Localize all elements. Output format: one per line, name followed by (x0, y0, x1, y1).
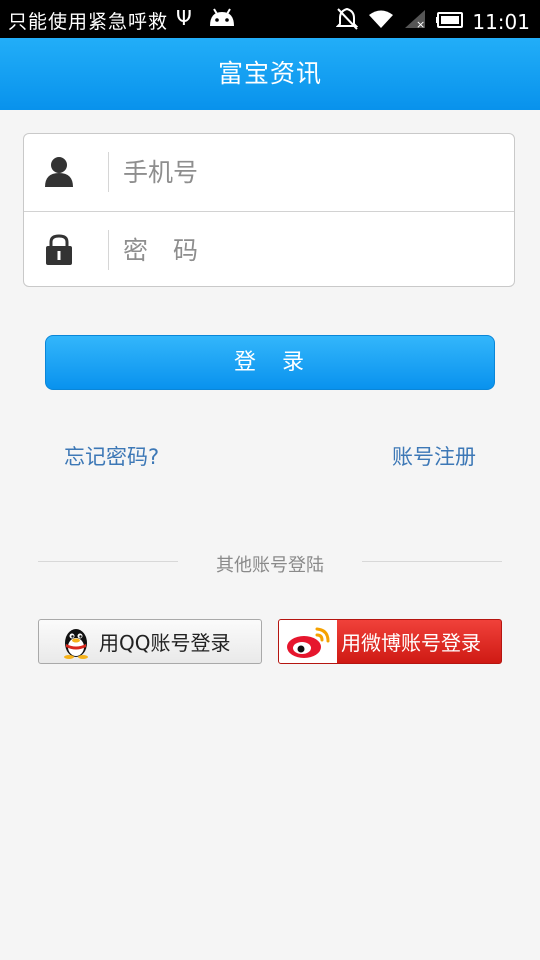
divider (108, 152, 109, 192)
status-bar: 只能使用紧急呼救 Ψ × 11:01 (0, 0, 540, 38)
wifi-icon (368, 9, 394, 34)
password-row (24, 211, 514, 286)
qq-penguin-icon (59, 625, 93, 659)
status-icons: × 11:01 (326, 7, 530, 36)
svg-text:×: × (416, 18, 425, 29)
phone-row (24, 134, 514, 211)
emergency-only-text: 只能使用紧急呼救 (8, 11, 169, 33)
weibo-icon (279, 620, 337, 663)
title-bar: 富宝资讯 (0, 38, 540, 110)
phone-input[interactable] (123, 151, 493, 193)
divider (108, 230, 109, 270)
forgot-password-link[interactable]: 忘记密码? (64, 441, 159, 471)
clock: 11:01 (472, 9, 530, 34)
login-form (23, 133, 515, 287)
register-link[interactable]: 账号注册 (392, 441, 476, 471)
battery-icon (436, 11, 464, 33)
weibo-login-button[interactable]: 用微博账号登录 (278, 619, 502, 664)
password-input[interactable] (123, 229, 493, 271)
divider-left (38, 561, 178, 562)
android-icon (208, 8, 236, 33)
lock-icon (44, 234, 74, 266)
qq-login-button[interactable]: 用QQ账号登录 (38, 619, 262, 664)
other-login-label: 其他账号登陆 (216, 555, 324, 576)
page-title: 富宝资讯 (217, 59, 322, 88)
signal-no-service-icon: × (404, 9, 426, 34)
login-button[interactable]: 登 录 (45, 335, 495, 390)
qq-login-label: 用QQ账号登录 (99, 631, 231, 655)
usb-icon: Ψ (176, 6, 192, 30)
divider-right (362, 561, 502, 562)
user-icon (44, 156, 74, 188)
weibo-login-label: 用微博账号登录 (341, 631, 481, 655)
notification-off-icon (335, 7, 359, 36)
login-button-label: 登 录 (233, 350, 306, 375)
